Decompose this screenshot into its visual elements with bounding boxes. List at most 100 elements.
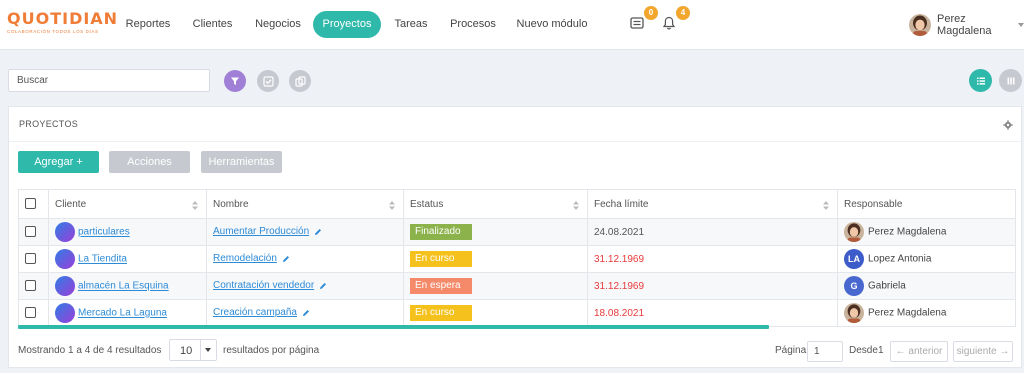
column-header-estatus[interactable]: Estatus bbox=[403, 189, 588, 219]
date-cell: 31.12.1969 bbox=[587, 272, 838, 300]
date-cell: 24.08.2021 bbox=[587, 218, 838, 246]
prev-page-button[interactable]: ← anterior bbox=[890, 341, 948, 362]
responsible-name: Perez Magdalena bbox=[868, 226, 947, 238]
page-label: Página bbox=[775, 345, 807, 356]
client-cell: particulares bbox=[48, 218, 207, 246]
table-row: Mercado La Laguna Creación campaña En cu… bbox=[18, 299, 1016, 327]
pencil-icon[interactable] bbox=[314, 228, 322, 236]
pencil-icon[interactable] bbox=[319, 282, 327, 290]
project-link[interactable]: Aumentar Producción bbox=[213, 226, 309, 237]
row-checkbox[interactable] bbox=[25, 226, 36, 238]
per-page-value: 10 bbox=[180, 345, 193, 357]
column-header-responsable[interactable]: Responsable bbox=[837, 189, 1016, 219]
filter-button[interactable] bbox=[224, 70, 246, 92]
per-page-select[interactable]: 10 bbox=[169, 339, 217, 361]
app-logo[interactable]: QUOTIDIAN COLABORACIÓN TODOS LOS DÍAS bbox=[7, 11, 127, 41]
column-label: Nombre bbox=[213, 198, 249, 210]
filter-icon bbox=[231, 77, 239, 85]
list-view-button[interactable] bbox=[969, 69, 992, 92]
table-header-row: Cliente Nombre Estatus Fecha límite Resp… bbox=[18, 189, 1016, 219]
select-all-checkbox[interactable] bbox=[25, 198, 36, 210]
column-view-icon bbox=[1007, 77, 1014, 84]
copy-icon bbox=[294, 75, 306, 87]
nav-procesos[interactable]: Procesos bbox=[445, 11, 501, 38]
page-input-value: 1 bbox=[814, 346, 820, 357]
client-link[interactable]: particulares bbox=[78, 227, 130, 238]
gear-icon[interactable] bbox=[1003, 120, 1013, 130]
checkbox-icon bbox=[262, 75, 274, 87]
nav-proyectos[interactable]: Proyectos bbox=[313, 11, 381, 38]
projects-table: Cliente Nombre Estatus Fecha límite Resp… bbox=[18, 189, 1016, 327]
responsible-cell: Perez Magdalena bbox=[837, 299, 1016, 327]
notifications-button[interactable]: 4 bbox=[661, 6, 690, 33]
nav-negocios[interactable]: Negocios bbox=[248, 11, 308, 38]
client-link[interactable]: La Tiendita bbox=[78, 254, 127, 265]
page-input[interactable]: 1 bbox=[807, 341, 843, 362]
status-cell: En curso bbox=[403, 299, 588, 327]
projects-panel: PROYECTOS Agregar + Acciones Herramienta… bbox=[8, 106, 1022, 368]
panel-title: PROYECTOS bbox=[19, 119, 79, 129]
list-view-icon bbox=[976, 77, 985, 85]
client-cell: Mercado La Laguna bbox=[48, 299, 207, 327]
responsible-cell: LA Lopez Antonia bbox=[837, 245, 1016, 273]
responsible-avatar: LA bbox=[844, 249, 864, 269]
row-checkbox[interactable] bbox=[25, 307, 36, 319]
copy-button[interactable] bbox=[289, 70, 311, 92]
user-menu[interactable]: Perez Magdalena bbox=[909, 13, 1024, 37]
row-checkbox[interactable] bbox=[25, 253, 36, 265]
status-badge: En curso bbox=[410, 305, 472, 321]
of-label: Desde bbox=[849, 345, 878, 356]
column-header-fecha-limite[interactable]: Fecha límite bbox=[587, 189, 838, 219]
column-label: Cliente bbox=[55, 198, 87, 210]
nav-nuevo-modulo[interactable]: Nuevo módulo bbox=[512, 11, 592, 38]
messages-badge: 0 bbox=[644, 6, 658, 20]
messages-button[interactable]: 0 bbox=[629, 6, 658, 33]
row-checkbox[interactable] bbox=[25, 280, 36, 292]
notifications-badge: 4 bbox=[676, 6, 690, 20]
per-page-label: resultados por página bbox=[223, 345, 320, 356]
responsible-name: Perez Magdalena bbox=[868, 307, 947, 319]
logo-tagline: COLABORACIÓN TODOS LOS DÍAS bbox=[7, 29, 99, 34]
nav-clientes[interactable]: Clientes bbox=[185, 11, 240, 38]
sort-icon bbox=[192, 201, 198, 210]
nav-reportes[interactable]: Reportes bbox=[120, 11, 176, 38]
responsible-name: Gabriela bbox=[868, 280, 906, 292]
table-row: particulares Aumentar Producción Finaliz… bbox=[18, 218, 1016, 246]
client-link[interactable]: almacén La Esquina bbox=[78, 281, 169, 292]
horizontal-scrollbar[interactable] bbox=[18, 325, 769, 329]
responsible-name: Lopez Antonia bbox=[868, 253, 932, 265]
messages-icon bbox=[630, 17, 644, 29]
pencil-icon[interactable] bbox=[302, 309, 310, 317]
column-label: Fecha límite bbox=[594, 198, 649, 210]
client-cell: almacén La Esquina bbox=[48, 272, 207, 300]
name-cell: Aumentar Producción bbox=[206, 218, 404, 246]
select-button[interactable] bbox=[257, 70, 279, 92]
next-page-button[interactable]: siguiente → bbox=[953, 341, 1013, 362]
name-cell: Contratación vendedor bbox=[206, 272, 404, 300]
column-header-cliente[interactable]: Cliente bbox=[48, 189, 207, 219]
table-row: almacén La Esquina Contratación vendedor… bbox=[18, 272, 1016, 300]
status-cell: Finalizado bbox=[403, 218, 588, 246]
status-badge: En espera bbox=[410, 278, 472, 294]
nav-tareas[interactable]: Tareas bbox=[389, 11, 433, 38]
client-link[interactable]: Mercado La Laguna bbox=[78, 308, 167, 319]
status-badge: Finalizado bbox=[410, 224, 472, 240]
responsible-avatar bbox=[844, 222, 864, 242]
top-navbar: QUOTIDIAN COLABORACIÓN TODOS LOS DÍAS Re… bbox=[0, 0, 1024, 50]
column-header-nombre[interactable]: Nombre bbox=[206, 189, 404, 219]
client-avatar bbox=[55, 222, 75, 242]
actions-button[interactable]: Acciones bbox=[109, 151, 190, 173]
tools-button[interactable]: Herramientas bbox=[201, 151, 282, 173]
search-input[interactable] bbox=[8, 69, 210, 92]
project-link[interactable]: Creación campaña bbox=[213, 307, 297, 318]
logo-wordmark: QUOTIDIAN bbox=[7, 9, 119, 28]
responsible-cell: Perez Magdalena bbox=[837, 218, 1016, 246]
client-avatar bbox=[55, 276, 75, 296]
pencil-icon[interactable] bbox=[282, 255, 290, 263]
project-link[interactable]: Contratación vendedor bbox=[213, 280, 314, 291]
project-link[interactable]: Remodelación bbox=[213, 253, 277, 264]
table-row: La Tiendita Remodelación En curso 31.12.… bbox=[18, 245, 1016, 273]
column-view-button[interactable] bbox=[999, 69, 1022, 92]
date-cell: 18.08.2021 bbox=[587, 299, 838, 327]
add-button[interactable]: Agregar + bbox=[18, 151, 99, 173]
